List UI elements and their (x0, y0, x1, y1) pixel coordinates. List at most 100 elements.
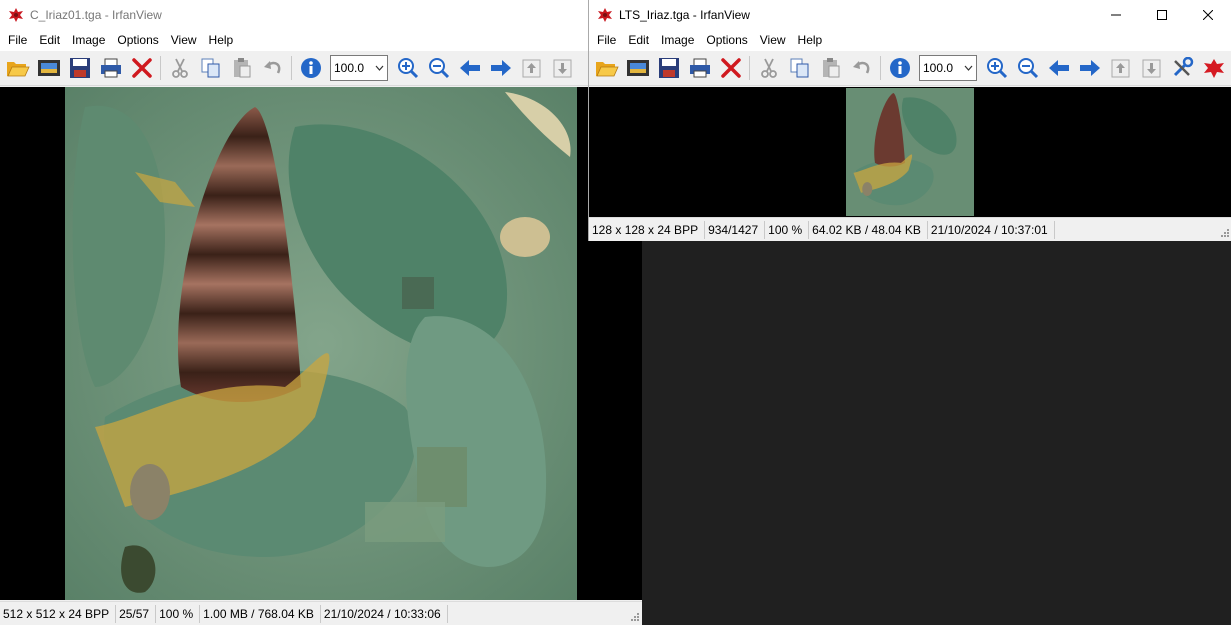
page-up-button[interactable] (516, 53, 547, 83)
copy-icon (201, 58, 219, 78)
window-title: LTS_Iriaz.tga - IrfanView (619, 7, 750, 22)
menu-view[interactable]: View (754, 29, 792, 51)
close-button[interactable] (1185, 0, 1231, 29)
status-bar: 512 x 512 x 24 BPP 25/57 100 % 1.00 MB /… (0, 601, 642, 625)
next-arrow-icon (490, 60, 511, 76)
page-down-button[interactable] (1136, 53, 1167, 83)
paste-button[interactable] (815, 53, 846, 83)
undo-button[interactable] (846, 53, 877, 83)
slideshow-button[interactable] (622, 53, 653, 83)
page-down-button[interactable] (547, 53, 578, 83)
print-button[interactable] (95, 53, 126, 83)
settings-button[interactable] (1167, 53, 1198, 83)
previous-button[interactable] (1043, 53, 1074, 83)
title-bar[interactable]: LTS_Iriaz.tga - IrfanView (589, 0, 1231, 29)
texture-image (846, 88, 974, 216)
copy-button[interactable] (784, 53, 815, 83)
status-dimensions: 128 x 128 x 24 BPP (589, 220, 706, 239)
zoom-value: 100.0 (334, 61, 365, 75)
zoom-combobox[interactable]: 100.0 (919, 55, 977, 81)
window-controls (1093, 0, 1231, 29)
slideshow-icon (37, 60, 60, 76)
menu-edit[interactable]: Edit (33, 29, 66, 51)
status-bar: 128 x 128 x 24 BPP 934/1427 100 % 64.02 … (589, 217, 1231, 241)
save-button[interactable] (64, 53, 95, 83)
irfanview-logo-button[interactable] (1198, 53, 1229, 83)
page-up-icon (522, 59, 540, 78)
menu-options[interactable]: Options (111, 29, 164, 51)
toolbar-separator (880, 56, 881, 80)
info-button[interactable] (295, 53, 326, 83)
paste-button[interactable] (226, 53, 257, 83)
info-icon (300, 58, 321, 78)
status-zoom: 100 % (156, 604, 201, 623)
info-button[interactable] (884, 53, 915, 83)
zoom-out-icon (1017, 58, 1038, 79)
print-icon (100, 58, 121, 78)
toolbar-separator (749, 56, 750, 80)
open-button[interactable] (2, 53, 33, 83)
menu-file[interactable]: File (2, 29, 33, 51)
menu-bar: File Edit Image Options View Help (0, 29, 642, 51)
menu-image[interactable]: Image (655, 29, 700, 51)
print-button[interactable] (684, 53, 715, 83)
slideshow-icon (626, 60, 649, 76)
copy-icon (790, 58, 808, 78)
zoom-in-button[interactable] (981, 53, 1012, 83)
open-button[interactable] (591, 53, 622, 83)
title-bar[interactable]: C_Iriaz01.tga - IrfanView (0, 0, 642, 29)
cut-icon (171, 58, 188, 78)
cut-button[interactable] (164, 53, 195, 83)
menu-file[interactable]: File (591, 29, 622, 51)
image-viewport[interactable] (0, 87, 642, 600)
irfanview-app-icon (598, 7, 612, 22)
toolbar-separator (291, 56, 292, 80)
zoom-out-button[interactable] (423, 53, 454, 83)
copy-button[interactable] (195, 53, 226, 83)
chevron-down-icon (964, 65, 973, 71)
menu-view[interactable]: View (165, 29, 203, 51)
save-icon (658, 58, 679, 78)
delete-icon (720, 58, 741, 78)
menu-image[interactable]: Image (66, 29, 111, 51)
menu-options[interactable]: Options (700, 29, 753, 51)
status-date: 21/10/2024 / 10:37:01 (928, 220, 1055, 239)
minimize-button[interactable] (1093, 0, 1139, 29)
zoom-out-button[interactable] (1012, 53, 1043, 83)
zoom-in-icon (397, 58, 418, 79)
page-up-button[interactable] (1105, 53, 1136, 83)
undo-icon (263, 61, 280, 74)
irfanview-window-1: C_Iriaz01.tga - IrfanView File Edit Imag… (0, 0, 642, 625)
delete-button[interactable] (126, 53, 157, 83)
menu-edit[interactable]: Edit (622, 29, 655, 51)
resize-grip-icon[interactable] (1220, 228, 1230, 238)
maximize-button[interactable] (1139, 0, 1185, 29)
toolbar: 100.0 (0, 51, 642, 86)
status-date: 21/10/2024 / 10:33:06 (321, 604, 448, 623)
save-icon (69, 58, 90, 78)
print-icon (689, 58, 710, 78)
toolbar-separator (160, 56, 161, 80)
zoom-combobox[interactable]: 100.0 (330, 55, 388, 81)
previous-button[interactable] (454, 53, 485, 83)
page-down-icon (1142, 59, 1160, 78)
delete-button[interactable] (715, 53, 746, 83)
menu-help[interactable]: Help (203, 29, 240, 51)
paste-icon (822, 58, 839, 78)
save-button[interactable] (653, 53, 684, 83)
settings-icon (1173, 57, 1193, 77)
texture-image (65, 87, 577, 600)
cut-button[interactable] (753, 53, 784, 83)
open-folder-icon (6, 62, 30, 77)
zoom-in-button[interactable] (392, 53, 423, 83)
image-viewport[interactable] (589, 87, 1231, 217)
slideshow-button[interactable] (33, 53, 64, 83)
menu-help[interactable]: Help (792, 29, 829, 51)
undo-button[interactable] (257, 53, 288, 83)
irfanview-logo-icon (1203, 59, 1224, 78)
next-button[interactable] (1074, 53, 1105, 83)
prev-arrow-icon (459, 60, 480, 76)
resize-grip-icon[interactable] (630, 612, 640, 622)
status-file-index: 934/1427 (705, 220, 766, 239)
next-button[interactable] (485, 53, 516, 83)
